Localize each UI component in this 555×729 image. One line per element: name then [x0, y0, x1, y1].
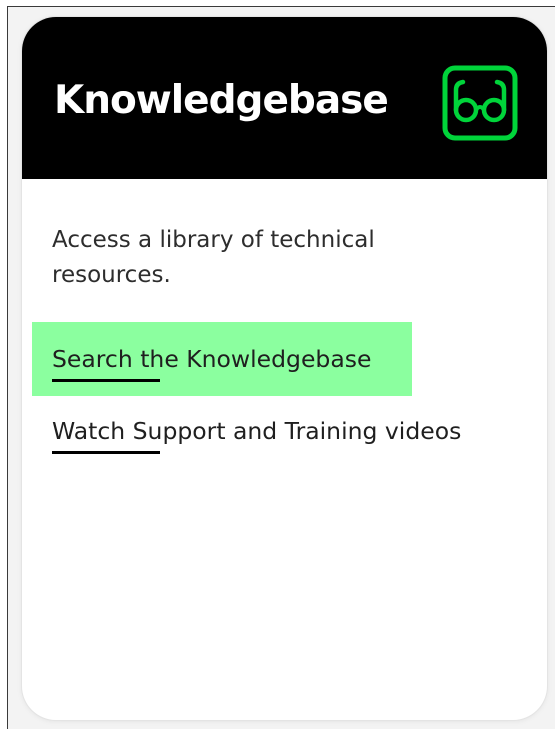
link-underline [52, 451, 160, 454]
search-knowledgebase-link[interactable]: Search the Knowledgebase [52, 343, 372, 382]
card-body: Access a library of technical resources.… [22, 179, 547, 720]
search-knowledgebase-link-label: Search the Knowledgebase [52, 345, 372, 373]
watch-videos-link-label: Watch Support and Training videos [52, 417, 462, 445]
link-underline [52, 379, 160, 382]
card-description: Access a library of technical resources. [52, 227, 375, 288]
watch-videos-link[interactable]: Watch Support and Training videos [52, 415, 462, 454]
glasses-icon [442, 65, 518, 141]
card-title: Knowledgebase [54, 78, 389, 123]
card-header: Knowledgebase [22, 17, 547, 179]
knowledgebase-card: Knowledgebase Access a library of techni… [22, 17, 547, 720]
